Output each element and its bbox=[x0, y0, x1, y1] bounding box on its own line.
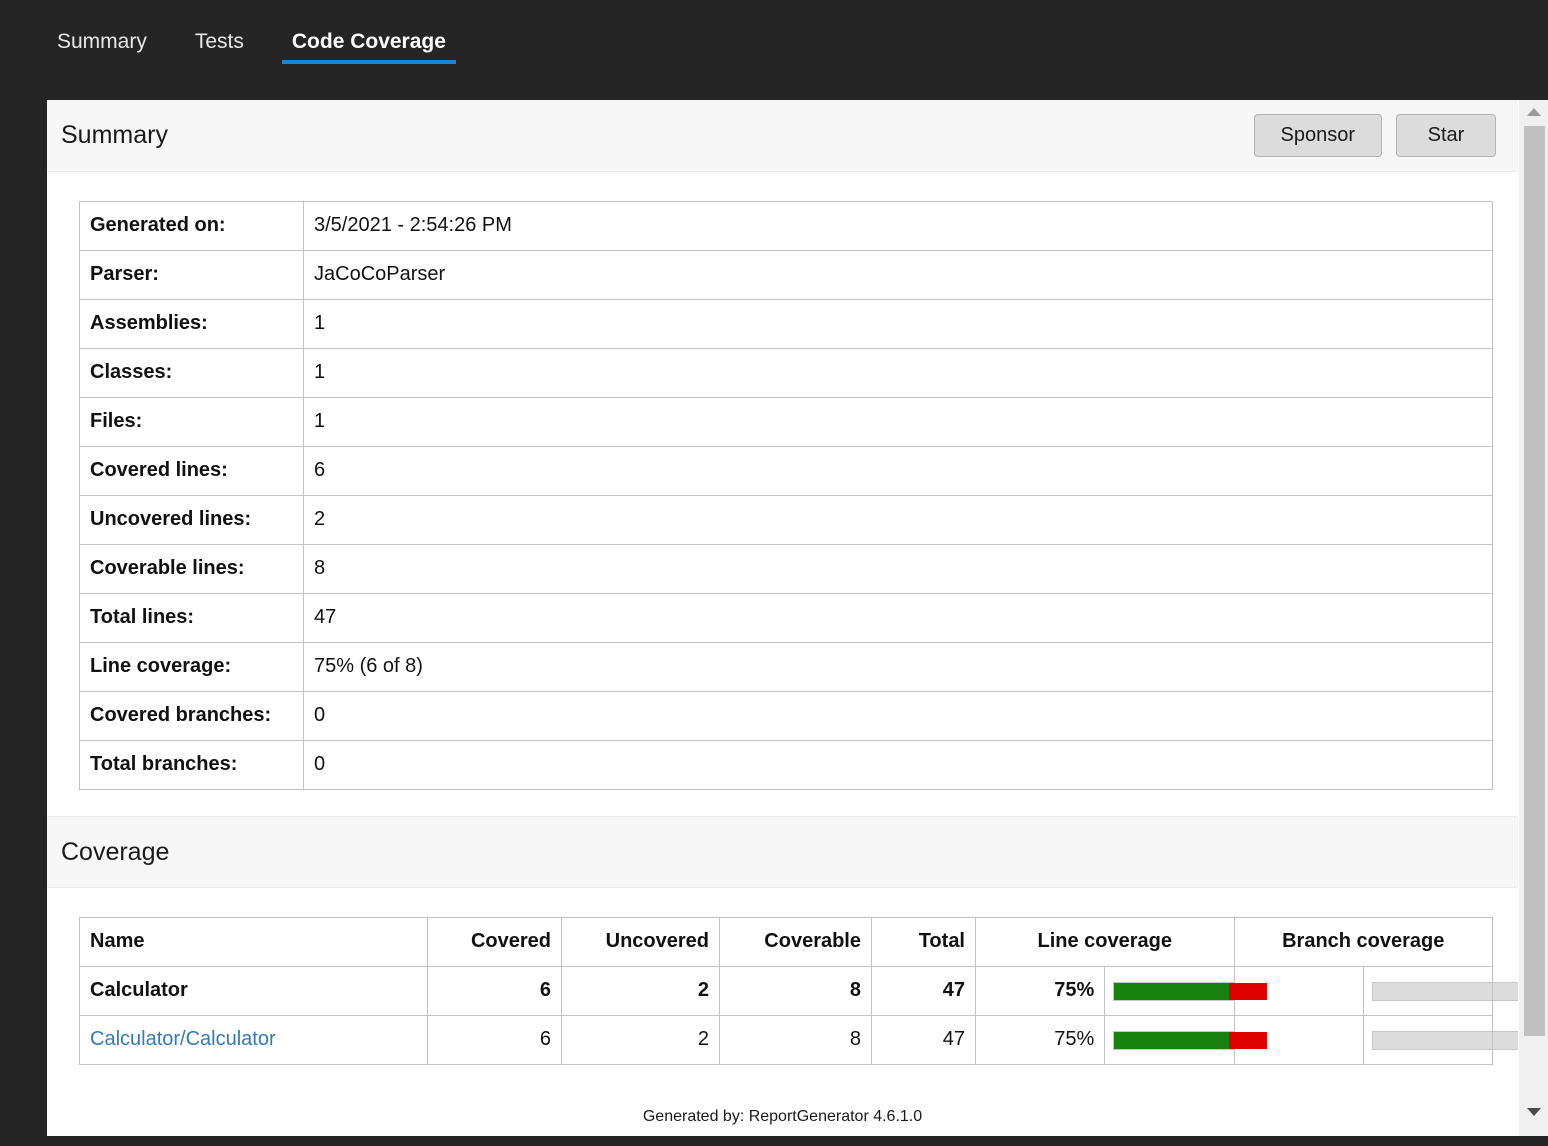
summary-value: 1 bbox=[303, 299, 1493, 349]
summary-key: Files: bbox=[79, 397, 304, 447]
summary-key: Line coverage: bbox=[79, 642, 304, 692]
star-button[interactable]: Star bbox=[1396, 114, 1496, 157]
row-line-percentage: 75% bbox=[974, 1015, 1106, 1065]
line-coverage-bar bbox=[1113, 981, 1269, 1001]
col-header-coverable[interactable]: Coverable bbox=[719, 917, 872, 967]
report-content: Summary Sponsor Star Generated on: 3/5/2… bbox=[47, 100, 1518, 1136]
table-row: Line coverage: 75% (6 of 8) bbox=[79, 642, 1493, 692]
row-branch-coverage-bar bbox=[1362, 1015, 1518, 1065]
row-coverable: 8 bbox=[719, 1015, 872, 1065]
row-covered: 6 bbox=[427, 1015, 562, 1065]
table-row: Total branches: 0 bbox=[79, 740, 1493, 790]
uncovered-portion bbox=[1229, 982, 1268, 1000]
tab-tests[interactable]: Tests bbox=[185, 22, 254, 76]
row-covered: 6 bbox=[427, 966, 562, 1016]
summary-value: 6 bbox=[303, 446, 1493, 496]
coverage-title: Coverage bbox=[61, 837, 170, 866]
summary-value: 1 bbox=[303, 397, 1493, 447]
row-line-coverage-bar bbox=[1104, 1015, 1269, 1065]
table-row: Parser: JaCoCoParser bbox=[79, 250, 1493, 300]
row-name[interactable]: Calculator/Calculator bbox=[79, 1015, 428, 1065]
row-branch-coverage-bar bbox=[1362, 966, 1518, 1016]
summary-key: Covered lines: bbox=[79, 446, 304, 496]
sponsor-button[interactable]: Sponsor bbox=[1253, 114, 1382, 157]
top-navigation: Summary Tests Code Coverage bbox=[0, 0, 1548, 88]
table-row: Coverable lines: 8 bbox=[79, 544, 1493, 594]
summary-key: Classes: bbox=[79, 348, 304, 398]
covered-portion bbox=[1114, 982, 1229, 1000]
table-header-row: Name Covered Uncovered Coverable Total L… bbox=[79, 917, 1493, 967]
col-header-name[interactable]: Name bbox=[79, 917, 428, 967]
triangle-up-icon bbox=[1526, 107, 1541, 116]
scroll-up-button[interactable] bbox=[1519, 100, 1548, 124]
summary-value: 0 bbox=[303, 740, 1493, 790]
summary-value: 2 bbox=[303, 495, 1493, 545]
table-row: Files: 1 bbox=[79, 397, 1493, 447]
row-total: 47 bbox=[871, 1015, 976, 1065]
coverage-section-header: Coverage bbox=[47, 816, 1518, 888]
row-coverable: 8 bbox=[719, 966, 872, 1016]
branch-coverage-bar bbox=[1371, 981, 1518, 1001]
tab-code-coverage[interactable]: Code Coverage bbox=[281, 22, 456, 76]
summary-table: Generated on: 3/5/2021 - 2:54:26 PM Pars… bbox=[79, 201, 1493, 790]
table-row: Uncovered lines: 2 bbox=[79, 495, 1493, 545]
col-header-covered[interactable]: Covered bbox=[427, 917, 562, 967]
table-row: Total lines: 47 bbox=[79, 593, 1493, 643]
triangle-down-icon bbox=[1526, 1107, 1541, 1116]
summary-value: 1 bbox=[303, 348, 1493, 398]
summary-value: 47 bbox=[303, 593, 1493, 643]
covered-portion bbox=[1114, 1031, 1229, 1049]
col-header-line-coverage[interactable]: Line coverage bbox=[975, 917, 1235, 967]
row-line-coverage-bar bbox=[1104, 966, 1269, 1016]
footer-text: Generated by: ReportGenerator 4.6.1.0 bbox=[642, 1108, 923, 1125]
row-uncovered: 2 bbox=[561, 966, 720, 1016]
table-row: Generated on: 3/5/2021 - 2:54:26 PM bbox=[79, 201, 1493, 251]
coverage-table-area: Name Covered Uncovered Coverable Total L… bbox=[47, 888, 1518, 1065]
uncovered-portion bbox=[1229, 1031, 1268, 1049]
class-link[interactable]: Calculator/Calculator bbox=[90, 1028, 276, 1050]
branch-coverage-bar bbox=[1371, 1030, 1518, 1050]
summary-value: 75% (6 of 8) bbox=[303, 642, 1493, 692]
line-coverage-bar bbox=[1113, 1030, 1269, 1050]
coverage-table: Name Covered Uncovered Coverable Total L… bbox=[79, 917, 1518, 1065]
table-row: Covered branches: 0 bbox=[79, 691, 1493, 741]
summary-key: Generated on: bbox=[79, 201, 304, 251]
summary-key: Total branches: bbox=[79, 740, 304, 790]
tab-tests-label: Tests bbox=[194, 30, 244, 53]
summary-key: Assemblies: bbox=[79, 299, 304, 349]
scrollbar-thumb[interactable] bbox=[1524, 126, 1545, 1036]
row-total: 47 bbox=[871, 966, 976, 1016]
row-name: Calculator bbox=[79, 966, 428, 1016]
summary-key: Parser: bbox=[79, 250, 304, 300]
table-row: Covered lines: 6 bbox=[79, 446, 1493, 496]
row-line-percentage: 75% bbox=[974, 966, 1106, 1016]
summary-section-header: Summary Sponsor Star bbox=[47, 100, 1518, 172]
table-row: Calculator 6 2 8 47 75% bbox=[79, 966, 1518, 1016]
scroll-down-button[interactable] bbox=[1519, 1100, 1548, 1124]
summary-key: Total lines: bbox=[79, 593, 304, 643]
summary-title: Summary bbox=[61, 121, 168, 149]
table-row: Calculator/Calculator 6 2 8 47 75% bbox=[79, 1015, 1518, 1065]
col-header-total[interactable]: Total bbox=[871, 917, 976, 967]
tab-summary-label: Summary bbox=[57, 30, 147, 53]
summary-table-area: Generated on: 3/5/2021 - 2:54:26 PM Pars… bbox=[47, 172, 1518, 790]
row-uncovered: 2 bbox=[561, 1015, 720, 1065]
table-row: Assemblies: 1 bbox=[79, 299, 1493, 349]
summary-value: 8 bbox=[303, 544, 1493, 594]
summary-key: Covered branches: bbox=[79, 691, 304, 741]
summary-value: JaCoCoParser bbox=[303, 250, 1493, 300]
col-header-uncovered[interactable]: Uncovered bbox=[561, 917, 720, 967]
summary-value: 0 bbox=[303, 691, 1493, 741]
summary-value: 3/5/2021 - 2:54:26 PM bbox=[303, 201, 1493, 251]
summary-key: Coverable lines: bbox=[79, 544, 304, 594]
report-window: Summary Sponsor Star Generated on: 3/5/2… bbox=[47, 100, 1548, 1136]
summary-key: Uncovered lines: bbox=[79, 495, 304, 545]
tab-summary[interactable]: Summary bbox=[47, 22, 157, 76]
vertical-scrollbar[interactable] bbox=[1518, 100, 1548, 1136]
col-header-branch-coverage[interactable]: Branch coverage bbox=[1233, 917, 1493, 967]
table-row: Classes: 1 bbox=[79, 348, 1493, 398]
tab-code-coverage-label: Code Coverage bbox=[291, 30, 446, 53]
header-actions: Sponsor Star bbox=[1253, 114, 1505, 157]
